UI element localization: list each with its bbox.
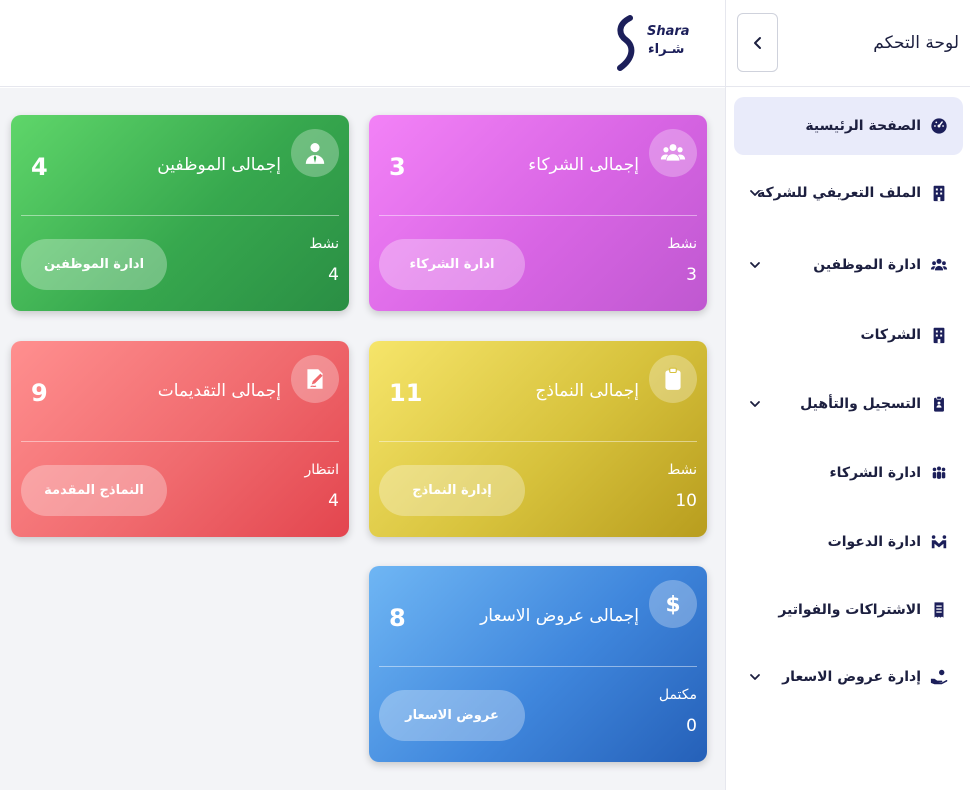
card-title: إجمالى عروض الاسعار [480,606,639,626]
forms-stat-card: إجمالى النماذج 11 نشط 10 إدارة النماذج [369,341,707,537]
sidebar-item-home[interactable]: الصفحة الرئيسية [734,97,963,155]
submissions-stat-card: إجمالى التقديمات 9 انتظار 4 النماذج المق… [11,341,349,537]
chevron-down-icon[interactable] [748,258,762,272]
card-status-label: مكتمل [658,687,697,703]
sidebar-item-quotes[interactable]: إدارة عروض الاسعار [734,648,963,706]
top-header: Shara شـراء [0,0,725,87]
sidebar-item-label: التسجيل والتأهيل [800,396,921,412]
sidebar: لوحة التحكم الصفحة الرئيسية الملف التعري… [725,0,970,790]
card-status-value: 0 [686,716,697,736]
sidebar-item-label: ادارة الشركاء [829,465,921,481]
card-divider [379,441,697,442]
sidebar-item-label: ادارة الموظفين [813,257,921,273]
dollar-icon: $ [649,580,697,628]
manage-partners-button[interactable]: ادارة الشركاء [379,239,525,290]
chevron-left-icon [753,36,761,49]
quotes-button[interactable]: عروض الاسعار [379,690,525,741]
sidebar-item-label: إدارة عروض الاسعار [782,669,921,685]
card-status-value: 4 [328,265,339,285]
svg-text:$: $ [665,593,680,617]
card-status-value: 3 [686,265,697,285]
card-count: 11 [389,379,423,407]
sidebar-collapse-button[interactable] [737,13,778,72]
card-count: 9 [31,379,48,407]
building-icon [929,325,949,345]
clipboard-icon [929,394,949,414]
card-divider [21,215,339,216]
partners-stat-card: إجمالى الشركاء 3 نشط 3 ادارة الشركاء [369,115,707,311]
sidebar-title: لوحة التحكم [873,33,959,53]
sidebar-item-invitations[interactable]: ادارة الدعوات [734,513,963,571]
building-icon [929,183,949,203]
sidebar-item-label: ادارة الدعوات [827,534,921,550]
receipt-icon [929,600,949,620]
card-title: إجمالى التقديمات [157,381,281,401]
employee-icon [291,129,339,177]
sidebar-item-label: الاشتراكات والفواتير [778,602,921,618]
chevron-down-icon[interactable] [748,670,762,684]
document-edit-icon [291,355,339,403]
card-title: إجمالى الموظفين [157,155,281,175]
manage-forms-button[interactable]: إدارة النماذج [379,465,525,516]
employees-stat-card: إجمالى الموظفين 4 نشط 4 ادارة الموظفين [11,115,349,311]
users-group-icon [649,129,697,177]
sidebar-item-subscriptions[interactable]: الاشتراكات والفواتير [734,581,963,639]
sidebar-item-employees[interactable]: ادارة الموظفين [734,236,963,294]
quotes-stat-card: $ إجمالى عروض الاسعار 8 مكتمل 0 عروض الا… [369,566,707,762]
card-status-value: 4 [328,491,339,511]
sidebar-item-partners[interactable]: ادارة الشركاء [734,444,963,502]
submitted-forms-button[interactable]: النماذج المقدمة [21,465,167,516]
sidebar-item-registration[interactable]: التسجيل والتأهيل [734,375,963,433]
logo-mark-icon [617,15,635,71]
brand-logo[interactable]: Shara شـراء [612,14,692,74]
people-group-icon [929,463,949,483]
sidebar-item-label: الملف التعريفي للشركة [756,185,921,201]
card-count: 8 [389,604,406,632]
clipboard-icon [649,355,697,403]
dashboard-main: إجمالى الشركاء 3 نشط 3 ادارة الشركاء إجم… [0,88,725,790]
card-title: إجمالى الشركاء [528,155,639,175]
brand-name-en: Shara [647,24,690,39]
card-status-label: انتظار [304,462,339,478]
card-status-label: نشط [667,462,697,478]
card-divider [21,441,339,442]
sidebar-item-company-profile[interactable]: الملف التعريفي للشركة [734,164,963,222]
card-title: إجمالى النماذج [535,381,639,401]
sidebar-header: لوحة التحكم [726,0,970,87]
manage-employees-button[interactable]: ادارة الموظفين [21,239,167,290]
handshake-icon [929,532,949,552]
card-status-label: نشط [667,236,697,252]
card-divider [379,666,697,667]
users-icon [929,255,949,275]
sidebar-item-companies[interactable]: الشركات [734,306,963,364]
chevron-down-icon[interactable] [748,397,762,411]
dashboard-icon [929,116,949,136]
chevron-down-icon[interactable] [748,186,762,200]
card-count: 4 [31,153,48,181]
hand-money-icon [929,667,949,687]
card-divider [379,215,697,216]
card-status-value: 10 [675,491,697,511]
sidebar-item-label: الصفحة الرئيسية [805,118,921,134]
card-status-label: نشط [309,236,339,252]
card-count: 3 [389,153,406,181]
sidebar-item-label: الشركات [860,327,921,343]
brand-name-ar: شـراء [648,42,685,57]
